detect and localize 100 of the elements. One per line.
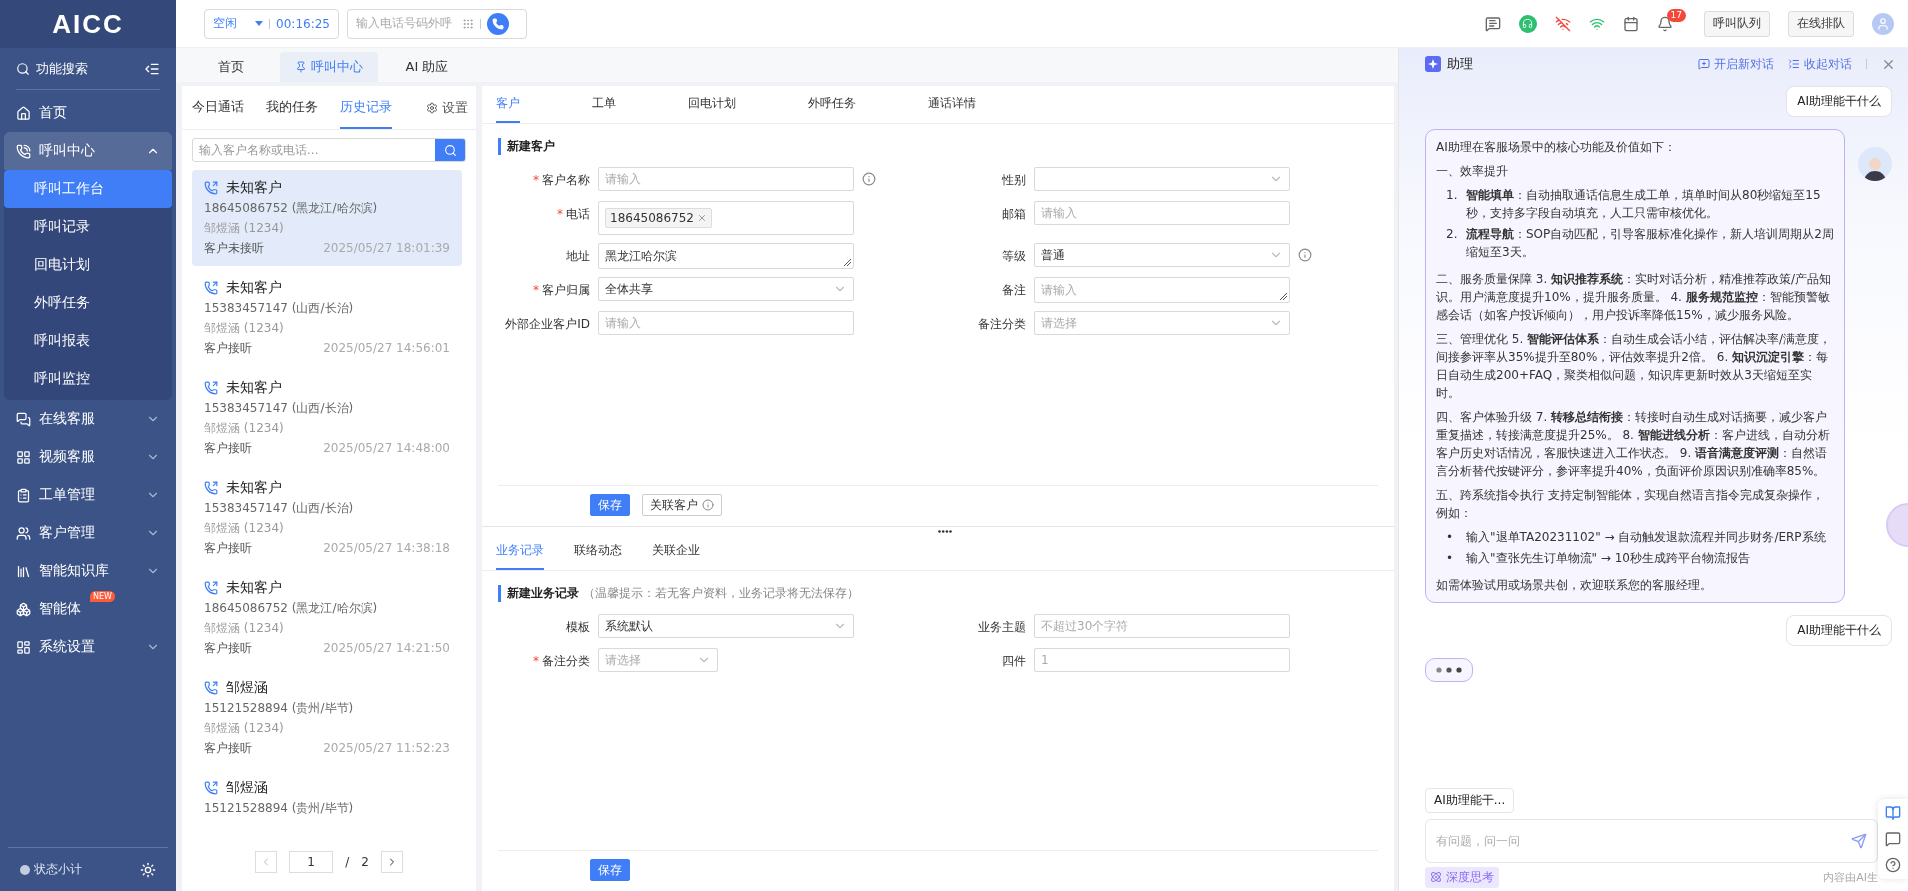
select-field[interactable]: 全体共享 [598,277,854,301]
search-icon [443,143,457,157]
list-item-text: 输入"查张先生订单物流" → 10秒生成跨平台物流报告 [1466,550,1750,567]
signal-off-icon[interactable] [1554,15,1571,32]
function-search-button[interactable]: 功能搜索 [16,59,88,78]
nav-item[interactable]: 在线客服 [4,400,172,438]
submenu-item[interactable]: 呼叫监控 [4,360,172,398]
call-button[interactable] [487,12,509,35]
books-icon [16,563,31,579]
message-paragraph: 三、管理优化 5. 智能评估体系：自动生成会话小结，评估解决率/满意度，间接参评率从35%提升至80%，评估效率提升2倍。 6. 知识沉淀引擎：每日自动生成200+FAQ，聚类相似问题，知识库更新时效从3天缩短至实时。 [1436,331,1833,402]
nav-item[interactable]: 客户管理 [4,514,172,552]
call-timer: 00:16:25 [276,16,330,31]
caller-name: 未知客户 [226,579,282,597]
submenu-item[interactable]: 呼叫工作台 [4,170,172,208]
send-icon[interactable] [1851,833,1867,849]
call-time: 2025/05/27 14:56:01 [323,340,450,357]
nav-item[interactable]: 智能知识库 [4,552,172,590]
nav-item[interactable]: 工单管理 [4,476,172,514]
submenu-item[interactable]: 呼叫报表 [4,322,172,360]
call-record[interactable]: 未知客户 18645086752 (黑龙江/哈尔滨) 邹煜涵 (1234) 客户未接听 2025/05/27 18:01:39 [192,170,462,266]
status-summary-button[interactable]: 状态小计 [20,861,82,878]
nav-item[interactable]: 首页 [4,94,172,132]
record-tab[interactable]: 联络动态 [574,533,622,570]
field-label: 性别 [1002,171,1026,189]
agent-name: 邹煜涵 (1234) [204,520,285,537]
nav-item[interactable]: 智能体 NEW [4,590,172,628]
settings-button[interactable]: 设置 [426,86,468,129]
call-status: 客户接听 [204,640,252,657]
close-icon[interactable] [697,213,707,223]
customer-tab[interactable]: 回电计划 [688,86,736,123]
calendar-icon[interactable] [1622,15,1639,32]
list-marker: • [1446,550,1455,567]
record-tab[interactable]: 业务记录 [496,533,544,570]
headset-icon[interactable] [1518,14,1537,33]
phone-number: 15121528894 (贵州/毕节) [204,800,355,817]
settings-icon [426,101,438,114]
call-record[interactable]: 未知客户 15383457147 (山西/长治) 邹煜涵 (1234) 客户接听 2025/05/27 14:38:18 [192,470,462,566]
outgoing-call-icon [204,681,218,695]
new-chat-button[interactable]: 开启新对话 [1698,55,1774,73]
submenu-item[interactable]: 外呼任务 [4,284,172,322]
required-mark: * [533,654,539,668]
link-customer-button[interactable]: 关联客户 [642,494,722,516]
customer-tab[interactable]: 客户 [496,86,520,123]
save-button[interactable]: 保存 [590,859,630,881]
customer-tab[interactable]: 工单 [592,86,616,123]
page-tab[interactable]: 首页 [182,52,280,82]
history-tab[interactable]: 我的任务 [266,86,318,129]
call-record[interactable]: 邹煜涵 15121528894 (贵州/毕节) [192,770,462,826]
drag-handle-icon[interactable] [938,530,952,533]
call-record[interactable]: 未知客户 15383457147 (山西/长治) 邹煜涵 (1234) 客户接听 2025/05/27 14:56:01 [192,270,462,366]
call-status: 客户接听 [204,540,252,557]
nav-item[interactable]: 系统设置 [4,628,172,666]
list-item-text: 输入"退单TA20231102" → 自动触发退款流程并同步财务/ERP系统 [1466,529,1826,546]
select-field[interactable]: 普通 [1034,243,1290,267]
book-icon[interactable] [1885,805,1901,821]
history-tab[interactable]: 今日通话 [192,86,244,129]
submenu-item[interactable]: 呼叫记录 [4,208,172,246]
phone-number: 15121528894 (贵州/毕节) [204,700,355,717]
search-icon [16,61,30,76]
customer-tab[interactable]: 通话详情 [928,86,976,123]
outgoing-call-icon [204,781,218,795]
queue-button[interactable]: 呼叫队列 [1704,10,1770,37]
home-icon [16,105,31,121]
theme-icon[interactable] [140,861,156,878]
record-tab[interactable]: 关联企业 [652,533,700,570]
submenu-item[interactable]: 回电计划 [4,246,172,284]
status-dot-icon [20,864,30,875]
select-field[interactable] [1034,167,1290,191]
page-tab[interactable]: AI 助应 [378,52,476,82]
next-page-button[interactable] [380,851,403,873]
call-record[interactable]: 未知客户 18645086752 (黑龙江/哈尔滨) 邹煜涵 (1234) 客户接听 2025/05/27 14:21:50 [192,570,462,666]
quick-prompt-chip[interactable]: AI助理能干... [1425,788,1515,813]
tags-field[interactable]: 18645086752 [598,201,854,235]
field-label: 客户名称 [542,171,590,189]
call-time: 2025/05/27 18:01:39 [323,240,450,257]
search-button[interactable] [435,139,465,161]
section-hint: （温馨提示：若无客户资料，业务记录将无法保存） [583,585,859,602]
notification-icon[interactable] [1656,15,1673,32]
help-icon[interactable] [1885,857,1901,873]
textarea-field[interactable]: 黑龙江哈尔滨 [598,243,854,269]
info-icon[interactable] [1298,248,1312,262]
page-input[interactable]: 1 [289,851,334,873]
call-record[interactable]: 邹煜涵 15121528894 (贵州/毕节) 邹煜涵 (1234) 客户接听 2025/05/27 11:52:23 [192,670,462,766]
phone-number: 15383457147 (山西/长治) [204,400,355,417]
collapse-chat-button[interactable]: 收起对话 [1788,55,1852,73]
info-icon[interactable] [862,172,876,186]
ai-disclaimer: 内容由AI生 [1823,869,1878,885]
keypad-icon[interactable] [462,17,474,30]
chat-search-icon[interactable] [1484,15,1501,32]
save-button[interactable]: 保存 [590,494,630,516]
call-record[interactable]: 未知客户 15383457147 (山西/长治) 邹煜涵 (1234) 客户接听 2025/05/27 14:48:00 [192,370,462,466]
status-select[interactable]: 空闲 00:16:25 [204,8,339,39]
select-field[interactable]: 系统默认 [598,614,854,638]
history-tab[interactable]: 历史记录 [340,86,392,129]
nav-item[interactable]: 视频客服 [4,438,172,476]
queue-button[interactable]: 在线排队 [1788,10,1854,37]
agent-name: 邹煜涵 (1234) [204,320,285,337]
customer-tab[interactable]: 外呼任务 [808,86,856,123]
nav-item[interactable]: 呼叫中心 [4,132,172,170]
chat-icon[interactable] [1885,831,1901,847]
